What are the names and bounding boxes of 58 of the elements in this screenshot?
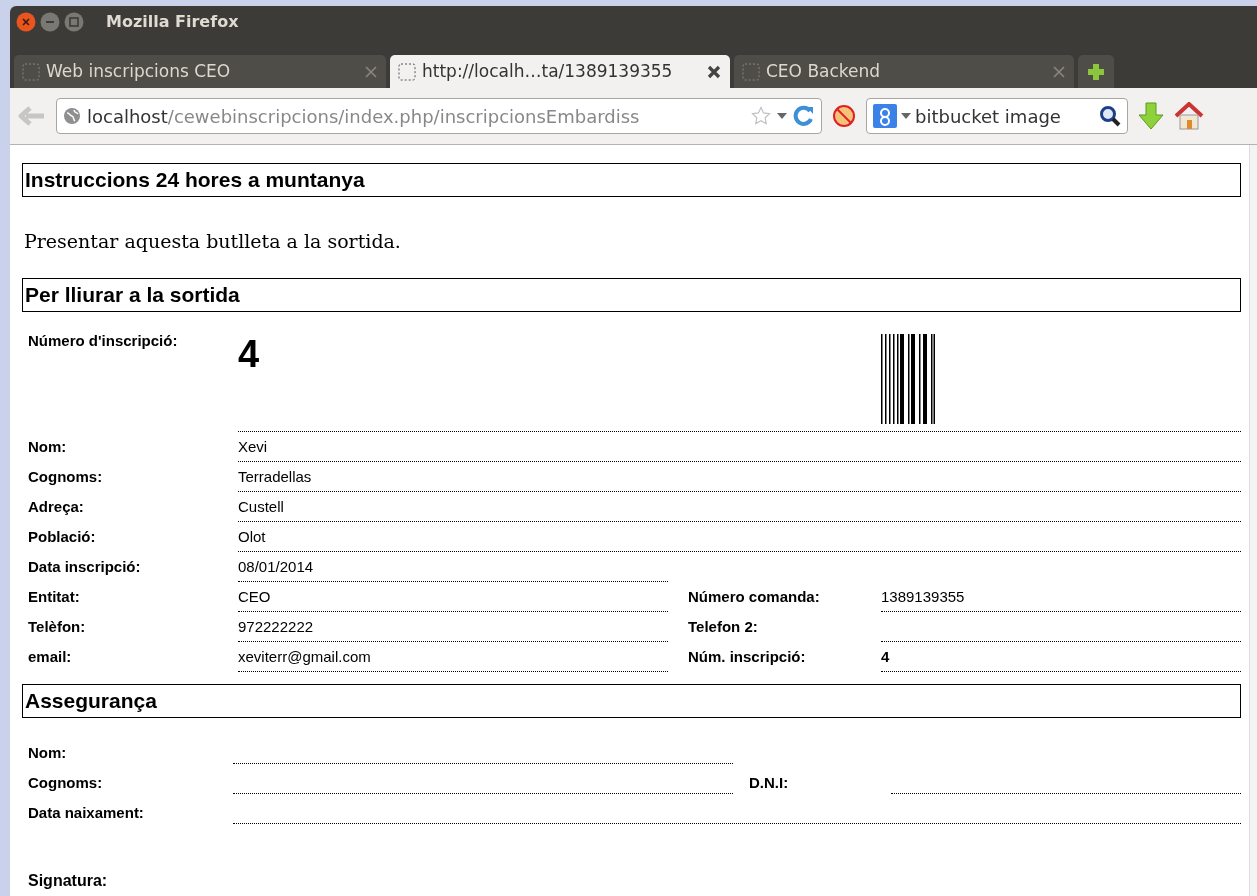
field-label: Data inscripció: — [28, 556, 142, 577]
section-heading: Instruccions 24 hores a muntanya — [22, 163, 1241, 197]
browser-tab[interactable]: CEO Backend — [734, 55, 1074, 88]
caret-icon[interactable] — [777, 112, 787, 120]
field-label: Entitat: — [28, 586, 81, 607]
field-label: Cognoms: — [28, 772, 104, 793]
field-value: Olot — [238, 521, 1241, 552]
search-field[interactable]: bitbucket image — [866, 98, 1128, 134]
plus-icon — [1086, 61, 1106, 82]
field-value: 08/01/2014 — [238, 551, 668, 582]
close-icon[interactable] — [706, 63, 722, 80]
field-label: Nom: — [28, 742, 68, 763]
field-label: Adreça: — [28, 496, 85, 517]
page-icon — [22, 62, 40, 81]
download-arrow-icon[interactable] — [1138, 102, 1164, 130]
field-label: Cognoms: — [28, 466, 104, 487]
section-heading: Per lliurar a la sortida — [22, 277, 1241, 312]
browser-tab[interactable]: http://localh…ta/1389139355 — [390, 55, 730, 88]
field-label: email: — [28, 646, 73, 667]
browser-tab[interactable]: Web inscripcions CEO — [14, 55, 386, 88]
field-value: 4 — [881, 641, 1241, 672]
close-icon[interactable] — [16, 12, 36, 32]
globe-icon — [63, 107, 81, 125]
new-tab-button[interactable] — [1078, 55, 1114, 88]
field-label: Nom: — [28, 436, 68, 457]
field-label: Signatura: — [28, 870, 108, 891]
field-value: Terradellas — [238, 461, 1241, 492]
field-label: Número comanda: — [688, 586, 821, 607]
caret-icon[interactable] — [901, 112, 911, 120]
section-heading: Assegurança — [22, 683, 1241, 718]
page-icon — [742, 62, 760, 81]
search-engine-icon[interactable] — [873, 104, 897, 128]
star-icon[interactable] — [751, 106, 771, 126]
field-value: xeviterr@gmail.com — [238, 641, 668, 672]
intro-text: Presentar aquesta butlleta a la sortida. — [24, 229, 402, 254]
reload-icon[interactable] — [793, 105, 815, 127]
field-label: D.N.I: — [749, 772, 790, 793]
blocked-icon[interactable] — [832, 104, 856, 128]
field-label: Telèfon: — [28, 616, 87, 637]
registration-number: 4 — [238, 331, 260, 377]
field-label: Telefon 2: — [688, 616, 759, 637]
home-icon[interactable] — [1174, 102, 1204, 130]
field-label: Població: — [28, 526, 97, 547]
field-value: CEO — [238, 581, 668, 612]
field-value: 972222222 — [238, 611, 668, 642]
field-value: Custell — [238, 491, 1241, 522]
search-icon[interactable] — [1099, 105, 1121, 127]
maximize-icon[interactable] — [64, 12, 84, 32]
minimize-icon[interactable] — [40, 12, 60, 32]
address-bar[interactable]: localhost/cewebinscripcions/index.php/inscripcionsEmbardiss — [56, 98, 822, 134]
field-label: Número d'inscripció: — [28, 330, 179, 351]
scrollbar[interactable] — [1249, 145, 1257, 896]
field-label: Data naixament: — [28, 802, 145, 823]
window-title: Mozilla Firefox — [106, 11, 239, 33]
field-value: 1389139355 — [881, 581, 1241, 612]
field-label: Núm. inscripció: — [688, 646, 807, 667]
field-value: Xevi — [238, 431, 1241, 462]
page-icon — [398, 62, 416, 81]
